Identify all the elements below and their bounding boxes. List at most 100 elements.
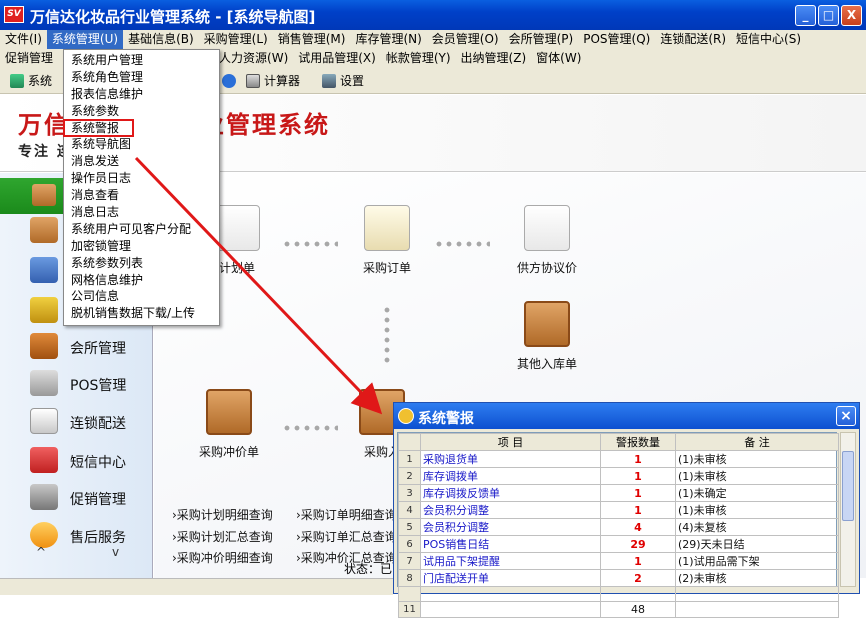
alert-icon <box>398 408 414 424</box>
alert-item[interactable]: 库存调拨单 <box>420 467 601 485</box>
dropdown-item[interactable]: 网格信息维护 <box>64 272 219 289</box>
dropdown-item[interactable]: 系统角色管理 <box>64 69 219 86</box>
menu-item[interactable]: 会所管理(P) <box>504 30 579 49</box>
header-item[interactable]: 项 目 <box>420 433 601 451</box>
header-note[interactable]: 备 注 <box>675 433 839 451</box>
menu-item[interactable]: 窗体(W) <box>531 49 586 68</box>
toolbar-system-button[interactable]: 系统 <box>10 72 52 90</box>
row-number: 3 <box>398 484 421 502</box>
sidebar-item-promotion[interactable]: 促销管理 <box>0 480 152 516</box>
menu-item[interactable]: 采购管理(L) <box>199 30 273 49</box>
menu-item[interactable]: 促销管理 <box>0 49 58 68</box>
menu-item[interactable]: 帐款管理(Y) <box>381 49 456 68</box>
sidebar-down-arrow[interactable]: v <box>112 545 119 559</box>
table-row[interactable]: 2 库存调拨单 1 (1)未审核 <box>398 467 839 485</box>
link-offset-detail[interactable]: ›采购冲价明细查询 <box>172 549 273 566</box>
node-other-stock-in[interactable]: 其他入库单 <box>510 301 584 372</box>
minimize-button[interactable]: _ <box>795 5 816 26</box>
table-row[interactable]: 5 会员积分调整 4 (4)未复核 <box>398 518 839 536</box>
dropdown-item[interactable]: 加密锁管理 <box>64 238 219 255</box>
dropdown-item[interactable]: 消息日志 <box>64 204 219 221</box>
table-row[interactable]: 1 采购退货单 1 (1)未审核 <box>398 450 839 468</box>
dropdown-item[interactable]: 系统参数列表 <box>64 255 219 272</box>
dropdown-item[interactable]: 系统用户管理 <box>64 52 219 69</box>
alert-item[interactable]: 试用品下架提醒 <box>420 552 601 570</box>
dropdown-item[interactable]: 脱机销售数据下载/上传 <box>64 305 219 322</box>
menu-item[interactable]: 短信中心(S) <box>731 30 806 49</box>
dropdown-item[interactable]: 公司信息 <box>64 288 219 305</box>
dropdown-item[interactable]: 操作员日志 <box>64 170 219 187</box>
menu-item[interactable]: 会员管理(O) <box>427 30 504 49</box>
scroll-thumb[interactable] <box>842 451 854 521</box>
link-plan-summary[interactable]: ›采购计划汇总查询 <box>172 528 273 545</box>
coins-icon <box>30 484 58 510</box>
alert-item[interactable]: 采购退货单 <box>420 450 601 468</box>
dropdown-item[interactable]: 系统导航图 <box>64 136 219 153</box>
menu-item[interactable]: 连锁配送(R) <box>655 30 731 49</box>
dropdown-item[interactable]: 系统用户可见客户分配 <box>64 221 219 238</box>
connector-dots <box>434 241 490 247</box>
link-order-summary[interactable]: ›采购订单汇总查询 <box>296 528 397 545</box>
menu-row-1: 文件(I) 系统管理(U) 基础信息(B) 采购管理(L) 销售管理(M) 库存管理(N)… <box>0 30 806 49</box>
alert-item[interactable]: 库存调拨反馈单 <box>420 484 601 502</box>
maximize-button[interactable]: □ <box>818 5 839 26</box>
menu-item[interactable]: 试用品管理(X) <box>293 49 381 68</box>
calculator-button[interactable]: 计算器 <box>246 72 300 90</box>
sidebar-item-club[interactable]: 会所管理 <box>0 329 152 365</box>
menu-item[interactable]: POS管理(Q) <box>578 30 655 49</box>
table-row[interactable]: 8 门店配送开单 2 (2)未审核 <box>398 569 839 587</box>
menu-item[interactable]: 系统管理(U) <box>46 30 124 49</box>
highlight-box <box>63 119 134 137</box>
sidebar-up-arrow[interactable]: ^ <box>36 545 46 559</box>
alert-count: 4 <box>600 518 676 536</box>
header-count[interactable]: 警报数量 <box>600 433 676 451</box>
dropdown-item[interactable]: 消息查看 <box>64 187 219 204</box>
grid-corner <box>398 433 421 451</box>
menu-item[interactable]: 销售管理(M) <box>273 30 351 49</box>
node-purchase-offset[interactable]: 采购冲价单 <box>192 389 266 460</box>
dropdown-item[interactable]: 消息发送 <box>64 153 219 170</box>
order-icon <box>364 205 410 251</box>
crate-icon <box>30 217 58 243</box>
settings-button[interactable]: 设置 <box>322 72 364 90</box>
link-order-detail[interactable]: ›采购订单明细查询 <box>296 506 397 523</box>
sidebar-item-sms[interactable]: 短信中心 <box>0 443 152 479</box>
table-row[interactable]: 7 试用品下架提醒 1 (1)试用品需下架 <box>398 552 839 570</box>
table-row[interactable]: 4 会员积分调整 1 (1)未审核 <box>398 501 839 519</box>
alert-note: (2)未审核 <box>675 569 839 587</box>
delivery-icon <box>30 408 58 434</box>
total-row: 11 48 <box>398 601 839 618</box>
sidebar-scroll-arrows[interactable]: ^ v <box>0 545 152 561</box>
table-row[interactable]: 6 POS销售日结 29 (29)天未日结 <box>398 535 839 553</box>
alert-vertical-scrollbar[interactable] <box>840 432 856 587</box>
node-supplier-price[interactable]: 供方协议价 <box>502 205 592 276</box>
menu-item[interactable]: 人力资源(W) <box>214 49 293 68</box>
alert-item[interactable]: 会员积分调整 <box>420 501 601 519</box>
total-row-number: 11 <box>398 601 421 618</box>
alert-item[interactable]: POS销售日结 <box>420 535 601 553</box>
empty-cell <box>398 586 421 602</box>
menu-item[interactable]: 文件(I) <box>0 30 47 49</box>
total-label <box>420 601 601 618</box>
node-purchase-order[interactable]: 采购订单 <box>352 205 422 276</box>
sidebar-item-chain[interactable]: 连锁配送 <box>0 404 152 440</box>
dropdown-item[interactable]: 报表信息维护 <box>64 86 219 103</box>
alert-item[interactable]: 门店配送开单 <box>420 569 601 587</box>
alert-close-button[interactable]: × <box>836 406 856 426</box>
member-icon <box>30 297 58 323</box>
sidebar-item-pos[interactable]: POS管理 <box>0 366 152 402</box>
menu-item[interactable]: 基础信息(B) <box>123 30 199 49</box>
info-icon[interactable] <box>222 72 240 90</box>
table-row[interactable]: 3 库存调拨反馈单 1 (1)未确定 <box>398 484 839 502</box>
link-plan-detail[interactable]: ›采购计划明细查询 <box>172 506 273 523</box>
alert-count: 1 <box>600 467 676 485</box>
dropdown-item[interactable]: 系统参数 <box>64 103 219 120</box>
alert-item[interactable]: 会员积分调整 <box>420 518 601 536</box>
menu-item[interactable]: 库存管理(N) <box>350 30 426 49</box>
window-title: 万信达化妆品行业管理系统 - [系统导航图] <box>30 8 316 26</box>
alert-count: 1 <box>600 450 676 468</box>
close-button[interactable]: X <box>841 5 862 26</box>
row-number: 1 <box>398 450 421 468</box>
menu-item[interactable]: 出纳管理(Z) <box>456 49 532 68</box>
system-icon <box>10 74 24 88</box>
